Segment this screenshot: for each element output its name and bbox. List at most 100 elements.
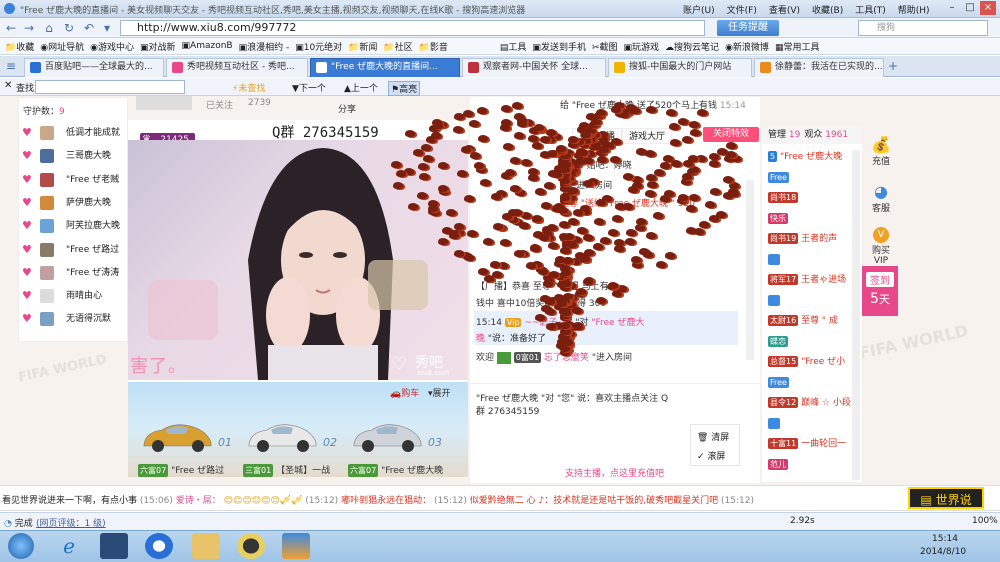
refresh-icon[interactable]: ↻ — [62, 21, 76, 35]
ie-icon[interactable]: ℯ — [55, 533, 83, 559]
fav-romance[interactable]: ▣浪漫相约 - — [239, 40, 290, 53]
url-input[interactable]: http://www.xiu8.com/997772 — [120, 20, 705, 36]
task-reminder-button[interactable]: 任务提醒 — [717, 20, 779, 36]
viewer-row[interactable]: Free — [768, 171, 853, 185]
scroll-screen-button[interactable]: ✓ 滚屏 — [697, 449, 725, 462]
tab-guancha[interactable]: 观察者网-中国关怀 全球... — [462, 58, 606, 77]
tab-sohu[interactable]: 搜狐-中国最大的门户网站 — [608, 58, 752, 77]
tab-baidu-tieba[interactable]: 百度贴吧——全球最大的... — [24, 58, 164, 77]
viewer-row[interactable]: 范儿 — [768, 458, 853, 472]
search-input[interactable]: 搜狗 — [858, 20, 988, 36]
qq-icon[interactable] — [237, 533, 265, 559]
menu-account[interactable]: 账户(U) — [683, 3, 715, 16]
guardian-item[interactable]: ♥ "Free ぜ路过 — [22, 241, 126, 259]
minimize-button[interactable]: – — [944, 1, 960, 15]
computer-icon[interactable] — [100, 533, 128, 559]
folder-icon[interactable] — [192, 533, 220, 559]
viewer-row[interactable]: 尚书19 王者的声 — [768, 232, 853, 246]
car-item[interactable] — [350, 418, 425, 454]
viewer-row[interactable]: 太尉16 至尊 " 成 — [768, 314, 853, 328]
fav-collect[interactable]: 📁收藏 — [5, 40, 34, 53]
close-effects-button[interactable]: 关闭特效 — [703, 127, 759, 142]
viewer-row[interactable]: 总督15 "Free ぜ小 — [768, 355, 853, 369]
new-tab-button[interactable]: + — [888, 59, 898, 73]
viewer-row[interactable]: Free — [768, 376, 853, 390]
guardian-item[interactable]: ♥ 雨晴由心 — [22, 287, 126, 305]
fav-tools[interactable]: ▤工具 — [500, 40, 527, 53]
buy-car-button[interactable]: 🚗购车 — [390, 386, 419, 399]
tab-more-hosts[interactable]: 更多主播 — [572, 128, 623, 144]
car-item[interactable] — [140, 418, 215, 454]
fav-play[interactable]: ▣玩游戏 — [624, 40, 660, 53]
viewer-row[interactable] — [768, 294, 853, 308]
viewer-row[interactable] — [768, 253, 853, 267]
viewer-row[interactable]: 尚书18 — [768, 191, 853, 205]
find-next-button[interactable]: ▼下一个 — [292, 81, 326, 94]
game-icon[interactable] — [282, 533, 310, 559]
find-close-icon[interactable]: ✕ — [4, 80, 12, 91]
car-owner[interactable]: 六富07 "Free ぜ鹿大晚 — [348, 464, 443, 477]
world-say-button[interactable]: ▤ 世界说 — [908, 487, 984, 509]
tab-list-icon[interactable]: ≡ — [4, 59, 18, 73]
viewer-row[interactable] — [768, 417, 853, 431]
car-owner[interactable]: 三富01 【圣城】一战 — [243, 464, 330, 477]
vip-button[interactable]: V 购买VIP — [866, 227, 896, 266]
find-highlight-button[interactable]: ⚑高亮 — [388, 81, 421, 96]
chat-scrollbar[interactable] — [746, 180, 754, 360]
car-item[interactable] — [245, 418, 320, 454]
guardian-item[interactable]: ♥ 无语得沉默 — [22, 310, 126, 328]
fav-notes[interactable]: ☁搜狗云笔记 — [665, 40, 719, 53]
menu-favorites[interactable]: 收藏(B) — [812, 3, 843, 16]
car-owner[interactable]: 六富07 "Free ぜ路过 — [138, 464, 224, 477]
viewer-row[interactable]: 十富11 一曲轮回一 — [768, 437, 853, 451]
guardian-item[interactable]: ♥ 三哥鹿大晚 — [22, 147, 126, 165]
undo-icon[interactable]: ↶ — [82, 21, 96, 35]
fav-nav[interactable]: ◉网址导航 — [40, 40, 84, 53]
viewer-row[interactable]: 县令12 巅峰 ☆ 小段 — [768, 396, 853, 410]
fav-community[interactable]: 📁社区 — [383, 40, 412, 53]
guardian-item[interactable]: ♥ "Free ぜ涛涛 — [22, 264, 126, 282]
start-button[interactable] — [8, 533, 34, 559]
video-player[interactable] — [128, 140, 468, 380]
guardian-item[interactable]: ♥ 低调才能成就 — [22, 124, 126, 142]
fav-10yuan[interactable]: ▣10元绝对 — [295, 40, 342, 53]
forward-arrow-icon[interactable]: → — [22, 21, 36, 35]
page-rating-link[interactable]: (网页评级：1 级) — [36, 516, 106, 529]
fav-weibo[interactable]: ◉新浪微博 — [725, 40, 769, 53]
close-window-button[interactable]: × — [980, 1, 996, 15]
home-icon[interactable]: ⌂ — [42, 21, 56, 35]
tab-xiu8-community[interactable]: 秀吧视频互动社区 - 秀吧... — [166, 58, 308, 77]
guardian-item[interactable]: ♥ 阿芙拉鹿大晚 — [22, 217, 126, 235]
audience-scrollbar[interactable] — [852, 150, 860, 480]
fav-amazon[interactable]: ▣AmazonB — [182, 41, 233, 51]
fav-games[interactable]: ◉游戏中心 — [90, 40, 134, 53]
sogou-browser-icon[interactable] — [145, 533, 173, 559]
maximize-button[interactable]: □ — [962, 1, 978, 15]
fav-media[interactable]: 📁影音 — [419, 40, 448, 53]
recharge-button[interactable]: 💰 充值 — [866, 135, 896, 167]
back-arrow-icon[interactable]: ← — [4, 21, 18, 35]
tab-game-hall[interactable]: 游戏大厅 — [622, 128, 673, 144]
fav-send-phone[interactable]: ▣发送到手机 — [532, 40, 586, 53]
tab-managers[interactable]: 管理 19 — [768, 127, 800, 144]
viewer-row[interactable]: 将军17 王者ゃ进场 — [768, 273, 853, 287]
viewer-row[interactable]: 快乐 — [768, 212, 853, 226]
fav-common[interactable]: ▦常用工具 — [775, 40, 820, 53]
fav-battle[interactable]: ▣对战新 — [140, 40, 176, 53]
expand-button[interactable]: ▾展开 — [428, 386, 451, 399]
guardian-item[interactable]: ♥ "Free ぜ老贼 — [22, 171, 126, 189]
fav-news[interactable]: 📁新闻 — [348, 40, 377, 53]
menu-tools[interactable]: 工具(T) — [855, 3, 886, 16]
share-button[interactable]: 分享 — [338, 102, 356, 115]
fav-screenshot[interactable]: ✂截图 — [592, 40, 618, 53]
tab-viewers[interactable]: 观众 1961 — [804, 127, 848, 144]
host-avatar[interactable] — [136, 96, 192, 110]
clear-screen-button[interactable]: 🗑 清屏 — [697, 430, 729, 443]
tab-live-room[interactable]: "Free ぜ鹿大晚的直播间... — [310, 58, 460, 77]
menu-file[interactable]: 文件(F) — [727, 3, 757, 16]
checkin-button[interactable]: 签到 5天 — [862, 266, 898, 316]
viewer-row[interactable]: 蝶恋 — [768, 335, 853, 349]
support-host-link[interactable]: 支持主播，点这里充值吧 — [565, 466, 664, 479]
menu-view[interactable]: 查看(V) — [769, 3, 800, 16]
find-prev-button[interactable]: ▲上一个 — [344, 81, 378, 94]
